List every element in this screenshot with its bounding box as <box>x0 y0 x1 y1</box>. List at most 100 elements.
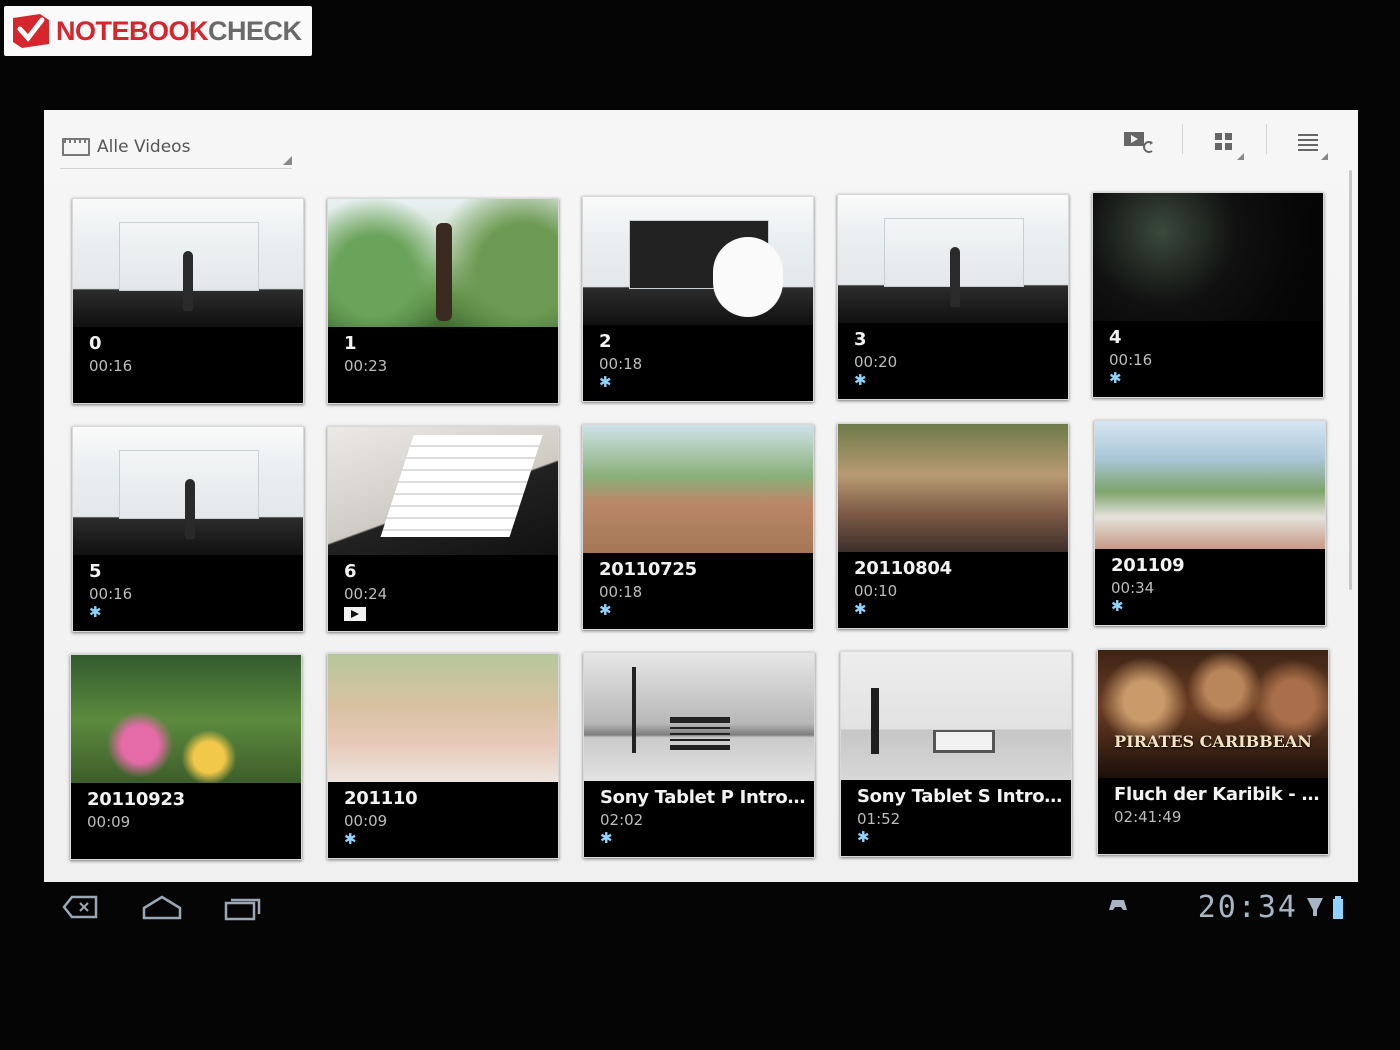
logo-check-icon <box>10 10 52 52</box>
video-tile[interactable]: 1 00:23 <box>327 198 559 404</box>
scrollbar[interactable] <box>1349 170 1352 590</box>
sync-icon: ✱ <box>599 373 612 391</box>
video-duration: 00:10 <box>854 582 898 600</box>
video-thumbnail <box>328 199 558 327</box>
grid-view-icon <box>1215 133 1232 150</box>
list-view-icon <box>1298 134 1318 151</box>
video-duration: 00:20 <box>854 353 898 371</box>
system-bar: 20:34 <box>44 890 1358 930</box>
video-tile[interactable]: 0 00:16 <box>72 198 304 404</box>
video-duration: 00:16 <box>89 357 133 375</box>
gamepad-icon[interactable] <box>1106 896 1130 919</box>
slideshow-icon <box>1124 132 1153 153</box>
video-title: 0 <box>89 333 102 354</box>
video-title: 5 <box>89 561 102 582</box>
video-tile[interactable]: 4 00:16 ✱ <box>1092 192 1324 398</box>
gallery-screen: Alle Videos 0 00:16 1 00:23 2 00:18 ✱ 3 … <box>44 110 1358 882</box>
video-duration: 00:18 <box>599 583 643 601</box>
album-dropdown[interactable]: Alle Videos <box>60 126 292 169</box>
video-duration: 02:41:49 <box>1114 808 1182 826</box>
video-title: 4 <box>1109 327 1122 348</box>
sync-icon: ✱ <box>599 601 612 619</box>
back-icon <box>62 895 98 919</box>
grid-view-button[interactable] <box>1196 122 1252 162</box>
video-thumbnail <box>1095 421 1325 549</box>
video-duration: 00:16 <box>1109 351 1153 369</box>
video-duration: 00:09 <box>87 813 131 831</box>
video-thumbnail: PIRATES CARIBBEAN <box>1098 650 1328 778</box>
video-tile[interactable]: PIRATES CARIBBEAN Fluch der Karibik - A.… <box>1097 649 1329 855</box>
video-thumbnail <box>584 653 814 781</box>
video-duration: 00:23 <box>344 357 388 375</box>
video-thumbnail <box>838 424 1068 552</box>
battery-icon <box>1332 896 1344 925</box>
sync-icon: ✱ <box>857 828 870 846</box>
notebookcheck-logo: NOTEBOOKCHECK <box>4 6 312 56</box>
video-title: 201109 <box>1111 555 1185 576</box>
sync-icon: ✱ <box>89 603 102 621</box>
video-duration: 02:02 <box>600 811 644 829</box>
recent-apps-button[interactable] <box>222 894 266 929</box>
sync-icon: ✱ <box>344 830 357 848</box>
home-icon <box>142 895 182 920</box>
home-button[interactable] <box>140 894 184 929</box>
video-thumbnail <box>328 654 558 782</box>
video-tile[interactable]: 20110804 00:10 ✱ <box>837 423 1069 629</box>
video-thumbnail <box>1093 193 1323 321</box>
sync-icon: ✱ <box>1111 597 1124 615</box>
video-tile[interactable]: Sony Tablet P Introdu... 02:02 ✱ <box>583 652 815 858</box>
recent-apps-icon <box>224 898 261 921</box>
video-title: 6 <box>344 561 357 582</box>
video-title: Sony Tablet P Introdu... <box>600 787 806 808</box>
video-title: 20110923 <box>87 789 185 810</box>
video-thumbnail <box>583 425 813 553</box>
dropdown-arrow-icon <box>283 156 292 165</box>
poster-text: PIRATES CARIBBEAN <box>1114 732 1312 751</box>
film-icon <box>62 138 90 156</box>
video-thumbnail <box>73 427 303 555</box>
video-title: 2 <box>599 331 612 352</box>
sync-icon: ✱ <box>600 829 613 847</box>
video-thumbnail <box>328 427 558 555</box>
video-title: Sony Tablet S Introdu... <box>857 786 1063 807</box>
video-title: 20110725 <box>599 559 697 580</box>
action-bar: Alle Videos <box>44 110 1358 174</box>
clock[interactable]: 20:34 <box>1198 890 1298 925</box>
sync-icon: ✱ <box>1109 369 1122 387</box>
video-title: Fluch der Karibik - A... <box>1114 784 1320 805</box>
video-thumbnail <box>73 199 303 327</box>
slideshow-button[interactable] <box>1112 122 1168 162</box>
album-dropdown-label: Alle Videos <box>97 137 191 157</box>
video-tile[interactable]: 6 00:24 <box>327 426 559 632</box>
sync-icon: ✱ <box>854 371 867 389</box>
video-tile[interactable]: 20110923 00:09 <box>70 654 302 860</box>
video-thumbnail <box>841 652 1071 780</box>
video-duration: 01:52 <box>857 810 901 828</box>
logo-text-part1: NOTEBOOK <box>56 15 209 46</box>
video-tile[interactable]: 20110725 00:18 ✱ <box>582 424 814 630</box>
video-tile[interactable]: 5 00:16 ✱ <box>72 426 304 632</box>
video-tile[interactable]: 2 00:18 ✱ <box>582 196 814 402</box>
back-button[interactable] <box>60 894 100 927</box>
video-tile[interactable]: 3 00:20 ✱ <box>837 194 1069 400</box>
play-icon <box>344 607 366 621</box>
video-duration: 00:18 <box>599 355 643 373</box>
sync-icon: ✱ <box>854 600 867 618</box>
video-duration: 00:34 <box>1111 579 1155 597</box>
video-title: 3 <box>854 329 867 350</box>
video-title: 20110804 <box>854 558 952 579</box>
video-tile[interactable]: 201109 00:34 ✱ <box>1094 420 1326 626</box>
video-tile[interactable]: Sony Tablet S Introdu... 01:52 ✱ <box>840 651 1072 857</box>
video-duration: 00:24 <box>344 585 388 603</box>
video-duration: 00:09 <box>344 812 388 830</box>
video-thumbnail <box>583 197 813 325</box>
logo-text: NOTEBOOKCHECK <box>56 16 302 47</box>
video-title: 201110 <box>344 788 418 809</box>
video-title: 1 <box>344 333 357 354</box>
signal-icon <box>1306 896 1324 923</box>
list-view-button[interactable] <box>1280 122 1336 162</box>
video-thumbnail <box>838 195 1068 323</box>
video-tile[interactable]: 201110 00:09 ✱ <box>327 653 559 859</box>
logo-text-part2: CHECK <box>208 15 302 46</box>
video-thumbnail <box>71 655 301 783</box>
